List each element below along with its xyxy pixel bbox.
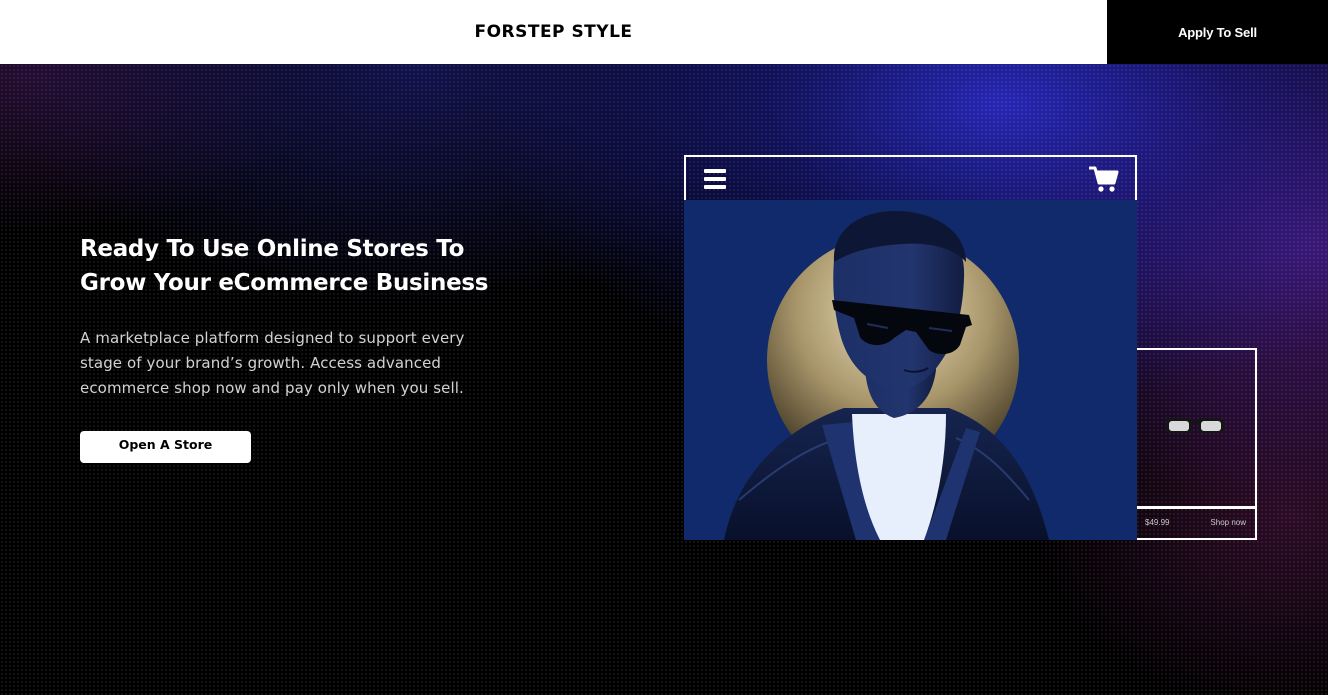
hero-headline: Ready To Use Online Stores To Grow Your …	[80, 232, 520, 300]
sunglasses-icon	[1166, 418, 1224, 433]
hero-section: Ready To Use Online Stores To Grow Your …	[0, 64, 1328, 695]
model-illustration	[724, 210, 1049, 540]
headline-line-2: Grow Your eCommerce Business	[80, 270, 489, 296]
headline-line-1: Ready To Use Online Stores To	[80, 236, 465, 262]
storefront-mockup	[684, 155, 1137, 540]
description-line-3: ecommerce shop now and pay only when you…	[80, 379, 464, 397]
shopping-cart-icon[interactable]	[1089, 165, 1119, 193]
apply-to-sell-button[interactable]: Apply To Sell	[1107, 0, 1328, 64]
product-image-box	[1137, 348, 1257, 508]
model-photo	[684, 200, 1137, 540]
top-header: FORSTEP STYLE Apply To Sell	[0, 0, 1328, 64]
product-card[interactable]: $49.99 Shop now	[1137, 348, 1257, 540]
product-price: $49.99	[1145, 518, 1170, 527]
hero-description: A marketplace platform designed to suppo…	[80, 326, 510, 401]
hamburger-menu-icon[interactable]	[704, 169, 726, 189]
brand-logo[interactable]: FORSTEP STYLE	[0, 0, 1107, 64]
mockup-nav-bar	[684, 155, 1137, 201]
shop-now-link[interactable]: Shop now	[1210, 518, 1246, 527]
description-line-1: A marketplace platform designed to suppo…	[80, 329, 465, 347]
open-store-button[interactable]: Open A Store	[80, 431, 251, 463]
product-card-footer: $49.99 Shop now	[1137, 508, 1257, 540]
description-line-2: stage of your brand’s growth. Access adv…	[80, 354, 442, 372]
